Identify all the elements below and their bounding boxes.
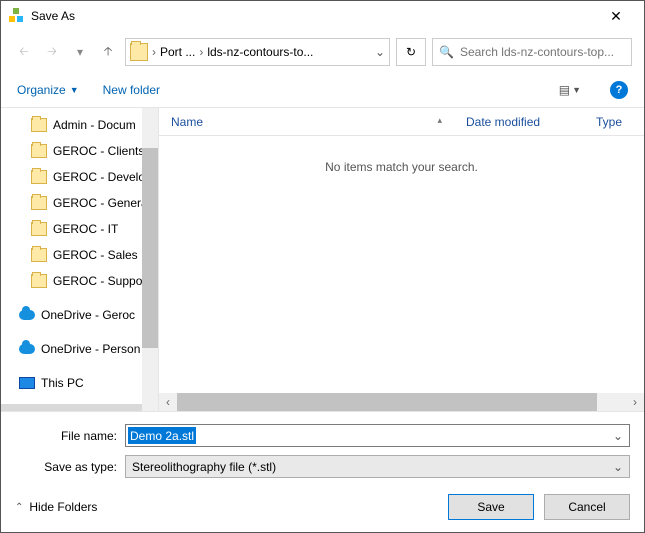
view-button[interactable]: ▤ ▼: [554, 80, 586, 100]
horizontal-scrollbar[interactable]: ‹ ›: [159, 393, 644, 411]
folder-icon: [31, 274, 47, 288]
tree-item[interactable]: Admin - Docum: [1, 112, 158, 138]
tree-item-label: GEROC - Genera: [53, 196, 148, 210]
window-title: Save As: [31, 9, 596, 23]
folder-icon: [31, 222, 47, 236]
folder-icon: [31, 118, 47, 132]
savetype-label: Save as type:: [15, 460, 117, 474]
view-icon: ▤: [559, 83, 570, 97]
tree-pane: Admin - Docum GEROC - Clients GEROC - Deve…: [1, 108, 159, 411]
chevron-down-icon[interactable]: ⌄: [607, 429, 629, 443]
folder-icon: [130, 43, 148, 61]
hide-folders-label: Hide Folders: [29, 500, 97, 514]
tree-item-label: Network: [41, 410, 85, 411]
pc-icon: [19, 377, 35, 389]
address-dropdown-icon[interactable]: ⌄: [375, 45, 385, 59]
organize-label: Organize: [17, 83, 66, 97]
column-name[interactable]: Name ▴: [159, 115, 454, 129]
tree-item[interactable]: This PC: [1, 370, 158, 396]
column-type[interactable]: Type: [584, 115, 644, 129]
chevron-up-icon: ⌃: [15, 502, 23, 513]
tree-item-label: OneDrive - Geroc: [41, 308, 135, 322]
new-folder-button[interactable]: New folder: [103, 83, 160, 97]
column-headers: Name ▴ Date modified Type: [159, 108, 644, 136]
tree-item-label: This PC: [41, 376, 84, 390]
tree-item-label: GEROC - Develo: [53, 170, 145, 184]
filename-label: File name:: [15, 429, 117, 443]
chevron-right-icon: ›: [152, 45, 156, 59]
back-button[interactable]: 🡠: [13, 41, 35, 63]
scrollbar-thumb[interactable]: [177, 393, 597, 411]
tree-item-label: OneDrive - Person: [41, 342, 140, 356]
scrollbar-thumb[interactable]: [142, 148, 158, 348]
chevron-down-icon: ⌄: [613, 460, 623, 474]
forward-button: 🡢: [41, 41, 63, 63]
scroll-left-icon[interactable]: ‹: [159, 395, 177, 409]
onedrive-icon: [19, 310, 35, 320]
folder-icon: [31, 196, 47, 210]
breadcrumb-1[interactable]: Port ...: [160, 45, 195, 59]
hide-folders-button[interactable]: ⌃ Hide Folders: [15, 500, 97, 514]
help-button[interactable]: ?: [610, 81, 628, 99]
tree-item[interactable]: Network: [1, 404, 158, 411]
search-icon: 🔍: [439, 45, 454, 59]
tree-list[interactable]: Admin - Docum GEROC - Clients GEROC - Deve…: [1, 108, 158, 411]
tree-item-label: GEROC - IT: [53, 222, 118, 236]
file-pane: Name ▴ Date modified Type No items match…: [159, 108, 644, 411]
savetype-select[interactable]: Stereolithography file (*.stl) ⌄: [125, 455, 630, 478]
tree-item[interactable]: GEROC - IT: [1, 216, 158, 242]
search-box[interactable]: 🔍: [432, 38, 632, 66]
tree-item-label: Admin - Docum: [53, 118, 136, 132]
filename-row: File name: Demo 2a.stl ⌄: [15, 424, 630, 447]
chevron-down-icon: ▼: [572, 85, 581, 95]
column-date[interactable]: Date modified: [454, 115, 584, 129]
save-button[interactable]: Save: [448, 494, 534, 520]
main-area: Admin - Docum GEROC - Clients GEROC - Deve…: [1, 108, 644, 411]
folder-icon: [31, 144, 47, 158]
tree-item-label: GEROC - Clients: [53, 144, 144, 158]
onedrive-icon: [19, 344, 35, 354]
tree-item-label: GEROC - Suppor: [53, 274, 146, 288]
scroll-track[interactable]: [177, 393, 626, 411]
save-form: File name: Demo 2a.stl ⌄ Save as type: S…: [1, 411, 644, 484]
action-row: ⌃ Hide Folders Save Cancel: [1, 484, 644, 532]
tree-item[interactable]: GEROC - Genera: [1, 190, 158, 216]
organize-button[interactable]: Organize ▼: [17, 83, 79, 97]
sort-asc-icon: ▴: [437, 115, 442, 126]
tree-item[interactable]: GEROC - Suppor: [1, 268, 158, 294]
savetype-value: Stereolithography file (*.stl): [132, 460, 276, 474]
nav-row: 🡠 🡢 ▾ 🡡 › Port ... › lds-nz-contours-to.…: [1, 31, 644, 73]
cancel-button[interactable]: Cancel: [544, 494, 630, 520]
toolbar: Organize ▼ New folder ▤ ▼ ?: [1, 73, 644, 107]
tree-item[interactable]: GEROC - Develo: [1, 164, 158, 190]
titlebar: Save As ✕: [1, 1, 644, 31]
tree-item[interactable]: GEROC - Clients: [1, 138, 158, 164]
tree-item[interactable]: OneDrive - Geroc: [1, 302, 158, 328]
filename-value: Demo 2a.stl: [128, 427, 196, 444]
app-icon: [9, 8, 25, 24]
tree-item-label: GEROC - Sales: [53, 248, 138, 262]
refresh-button[interactable]: ↻: [396, 38, 426, 66]
address-bar[interactable]: › Port ... › lds-nz-contours-to... ⌄: [125, 38, 390, 66]
folder-icon: [31, 248, 47, 262]
tree-item[interactable]: OneDrive - Person: [1, 336, 158, 362]
chevron-down-icon: ▼: [70, 85, 79, 95]
search-input[interactable]: [460, 45, 625, 59]
chevron-right-icon: ›: [199, 45, 203, 59]
folder-icon: [31, 170, 47, 184]
up-button[interactable]: 🡡: [97, 41, 119, 63]
chevron-down-icon[interactable]: ▾: [69, 41, 91, 63]
close-button[interactable]: ✕: [596, 8, 636, 25]
savetype-row: Save as type: Stereolithography file (*.…: [15, 455, 630, 478]
filename-input[interactable]: Demo 2a.stl ⌄: [125, 424, 630, 447]
tree-scrollbar[interactable]: [142, 108, 158, 411]
scroll-right-icon[interactable]: ›: [626, 395, 644, 409]
tree-item[interactable]: GEROC - Sales: [1, 242, 158, 268]
column-name-label: Name: [171, 115, 203, 129]
file-list-empty: No items match your search.: [159, 136, 644, 393]
breadcrumb-2[interactable]: lds-nz-contours-to...: [207, 45, 313, 59]
